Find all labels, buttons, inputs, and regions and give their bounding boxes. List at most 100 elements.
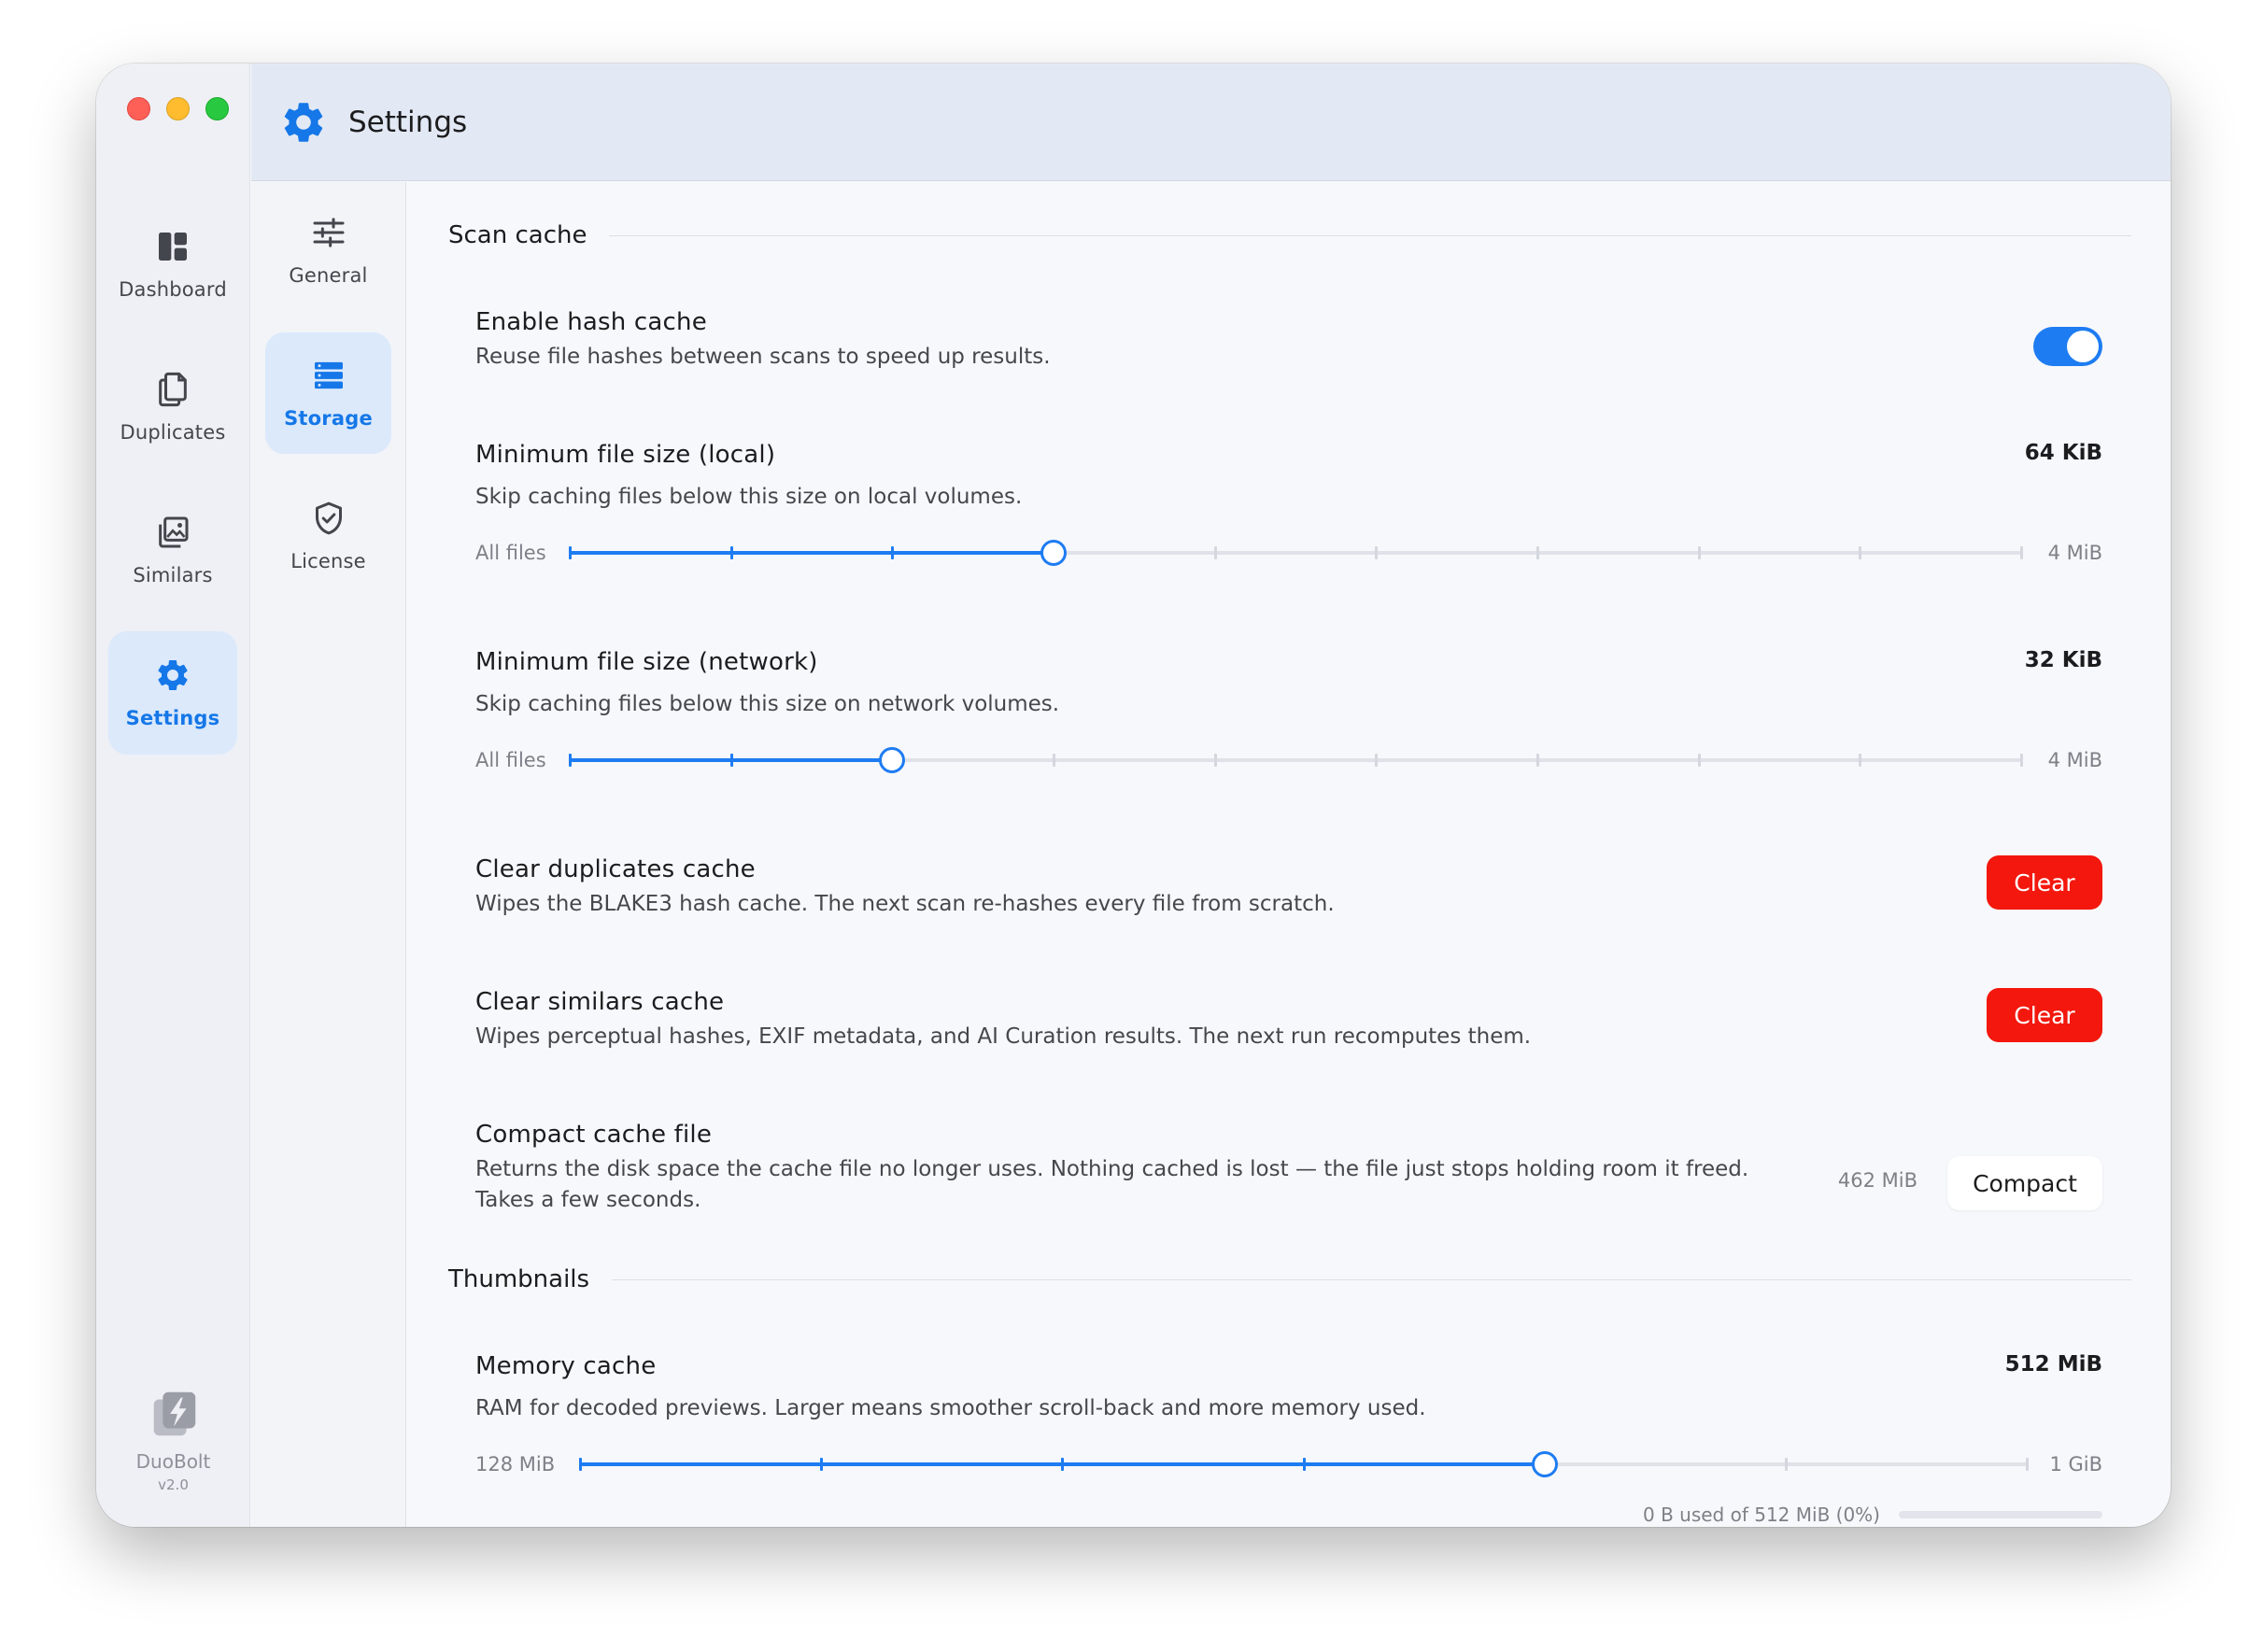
sidebar-item-label: Duplicates	[120, 421, 226, 444]
tab-label: License	[290, 550, 366, 572]
slider-tick	[820, 1458, 824, 1471]
storage-icon	[314, 361, 343, 389]
setting-title: Enable hash cache	[475, 308, 707, 336]
slider-fill	[570, 551, 1054, 555]
slider-tick	[729, 546, 733, 559]
slider-track[interactable]	[569, 747, 2023, 773]
setting-clear-similars: Clear similars cache Wipes perceptual ha…	[475, 988, 2102, 1063]
memory-cache-usage: 0 B used of 512 MiB (0%)	[1643, 1504, 2102, 1526]
slider-thumb[interactable]	[1531, 1451, 1558, 1477]
setting-title: Clear duplicates cache	[475, 855, 756, 883]
usage-bar	[1899, 1511, 2102, 1518]
slider-tick	[1061, 1458, 1065, 1471]
slider-tick	[1535, 546, 1539, 559]
zoom-window-button[interactable]	[205, 97, 229, 120]
setting-compact-cache: Compact cache file Returns the disk spac…	[475, 1121, 2102, 1223]
section-title: Thumbnails	[448, 1265, 590, 1293]
setting-description: Wipes the BLAKE3 hash cache. The next sc…	[475, 892, 1335, 916]
setting-value: 32 KiB	[2024, 648, 2102, 672]
compact-button[interactable]: Compact	[1947, 1156, 2102, 1210]
clear-duplicates-button[interactable]: Clear	[1987, 855, 2102, 910]
sidebar-item-label: Dashboard	[119, 278, 227, 301]
dashboard-icon	[159, 233, 187, 261]
setting-value: 512 MiB	[2004, 1352, 2102, 1377]
setting-description: Returns the disk space the cache file no…	[475, 1157, 1749, 1212]
hash-cache-toggle[interactable]	[2033, 327, 2102, 366]
sidebar-item-label: Settings	[125, 707, 220, 729]
setting-description: Skip caching files below this size on lo…	[475, 485, 1023, 509]
tab-storage[interactable]: Storage	[265, 332, 391, 454]
slider-tick	[1213, 754, 1217, 767]
slider-thumb[interactable]	[879, 747, 906, 773]
slider-tick	[1859, 546, 1862, 559]
slider-tick	[1302, 1458, 1306, 1471]
settings-subnav: General Storage License	[251, 182, 406, 1527]
section-divider	[612, 1278, 2131, 1280]
slider-tick	[1859, 754, 1862, 767]
tab-general[interactable]: General	[265, 190, 391, 311]
brand-name: DuoBolt	[135, 1450, 211, 1473]
close-window-button[interactable]	[127, 97, 150, 120]
section-scan-cache: Scan cache	[448, 221, 2131, 249]
brand: DuoBolt v2.0	[96, 1385, 250, 1493]
usage-text: 0 B used of 512 MiB (0%)	[1642, 1504, 1880, 1526]
setting-min-size-local: Minimum file size (local) 64 KiB Skip ca…	[475, 441, 2102, 572]
setting-memory-cache: Memory cache 512 MiB RAM for decoded pre…	[475, 1352, 2102, 1483]
slider-tick	[729, 754, 733, 767]
settings-content: Scan cache Enable hash cache Reuse file …	[407, 182, 2171, 1527]
slider-max-label: 4 MiB	[2047, 542, 2102, 564]
slider-tick	[1697, 546, 1701, 559]
slider-tick	[1784, 1458, 1788, 1471]
slider-min-label: All files	[475, 542, 546, 564]
tab-license[interactable]: License	[265, 475, 391, 597]
slider-tick	[2020, 754, 2023, 767]
window-controls	[127, 97, 229, 120]
slider-min-label: 128 MiB	[475, 1453, 556, 1476]
min-size-local-slider: All files 4 MiB	[475, 539, 2102, 567]
duplicates-icon	[159, 372, 187, 407]
setting-hash-cache: Enable hash cache Reuse file hashes betw…	[475, 308, 2102, 383]
slider-tick	[1535, 754, 1539, 767]
sidebar-item-dashboard[interactable]: Dashboard	[108, 203, 237, 326]
section-title: Scan cache	[448, 221, 587, 249]
brand-version: v2.0	[158, 1476, 189, 1493]
setting-clear-duplicates: Clear duplicates cache Wipes the BLAKE3 …	[475, 855, 2102, 930]
section-divider	[609, 234, 2131, 236]
setting-description: Skip caching files below this size on ne…	[475, 692, 1060, 716]
setting-description: Reuse file hashes between scans to speed…	[475, 345, 1051, 369]
setting-title: Compact cache file	[475, 1121, 713, 1149]
slider-max-label: 1 GiB	[2049, 1453, 2102, 1476]
setting-min-size-network: Minimum file size (network) 32 KiB Skip …	[475, 648, 2102, 779]
minimize-window-button[interactable]	[166, 97, 190, 120]
page-title: Settings	[348, 105, 468, 139]
slider-tick	[569, 754, 572, 767]
slider-tick	[569, 546, 572, 559]
setting-title: Clear similars cache	[475, 988, 725, 1016]
sidebar-item-similars[interactable]: Similars	[108, 488, 237, 612]
similars-icon	[159, 516, 189, 548]
shield-check-icon	[315, 501, 342, 535]
memory-cache-slider: 128 MiB 1 GiB	[475, 1450, 2102, 1478]
gear-icon	[158, 660, 188, 690]
setting-title: Minimum file size (local)	[475, 441, 776, 469]
sidebar-item-settings[interactable]: Settings	[108, 631, 237, 755]
slider-max-label: 4 MiB	[2047, 749, 2102, 771]
setting-title: Minimum file size (network)	[475, 648, 818, 676]
setting-description: Wipes perceptual hashes, EXIF metadata, …	[475, 1024, 1532, 1049]
slider-tick	[1375, 754, 1379, 767]
slider-min-label: All files	[475, 749, 546, 771]
tab-label: General	[289, 264, 368, 287]
slider-track[interactable]	[579, 1451, 2029, 1477]
setting-value: 64 KiB	[2024, 441, 2102, 465]
slider-thumb[interactable]	[1040, 540, 1067, 566]
sidebar-item-label: Similars	[133, 564, 213, 586]
setting-title: Memory cache	[475, 1352, 657, 1380]
slider-tick	[1213, 546, 1217, 559]
slider-tick	[891, 546, 895, 559]
sidebar-item-duplicates[interactable]: Duplicates	[108, 346, 237, 469]
cache-file-size: 462 MiB	[1837, 1169, 1917, 1192]
section-thumbnails: Thumbnails	[448, 1265, 2131, 1293]
clear-similars-button[interactable]: Clear	[1987, 988, 2102, 1042]
tab-label: Storage	[284, 407, 373, 430]
slider-track[interactable]	[569, 540, 2023, 566]
